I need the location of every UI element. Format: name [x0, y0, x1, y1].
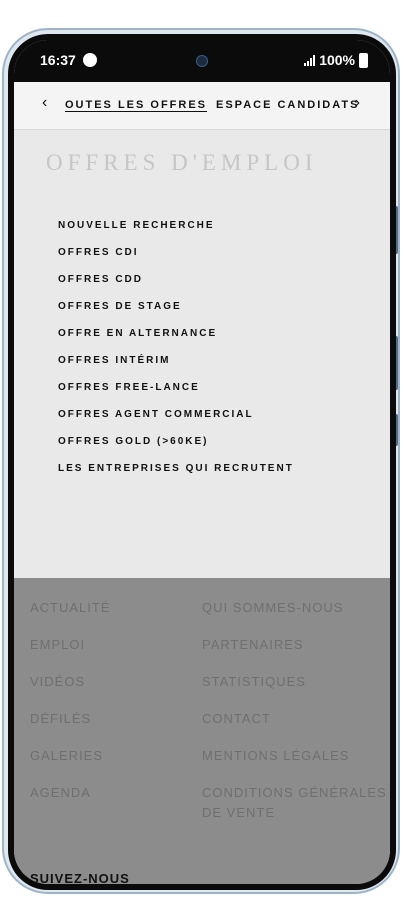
footer-link-videos[interactable]: VIDÉOS	[30, 672, 111, 709]
footer-link-qui-sommes-nous[interactable]: QUI SOMMES-NOUS	[202, 598, 390, 635]
menu-item-offres-cdd[interactable]: OFFRES CDD	[58, 266, 294, 293]
screen: 16:37 100% ‹ OUTES LES OFFRES ESPACE CAN…	[14, 40, 390, 884]
footer-link-agenda[interactable]: AGENDA	[30, 783, 111, 820]
menu-item-offres-gold[interactable]: OFFRES GOLD (>60KE)	[58, 428, 294, 455]
tab-espace-candidats[interactable]: ESPACE CANDIDATS	[216, 99, 359, 111]
site-footer: ACTUALITÉ EMPLOI VIDÉOS DÉFILÉS GALERIES…	[14, 578, 390, 884]
chevron-right-icon[interactable]: ›	[355, 94, 360, 112]
signal-bars-icon	[304, 54, 316, 66]
menu-item-entreprises-qui-recrutent[interactable]: LES ENTREPRISES QUI RECRUTENT	[58, 455, 294, 482]
spotify-icon	[83, 53, 97, 67]
menu-item-nouvelle-recherche[interactable]: NOUVELLE RECHERCHE	[58, 212, 294, 239]
footer-link-defiles[interactable]: DÉFILÉS	[30, 709, 111, 746]
menu-item-offre-alternance[interactable]: OFFRE EN ALTERNANCE	[58, 320, 294, 347]
footer-link-partenaires[interactable]: PARTENAIRES	[202, 635, 390, 672]
page-title: OFFRES D'EMPLOI	[46, 150, 318, 175]
footer-link-actualite[interactable]: ACTUALITÉ	[30, 598, 111, 635]
footer-link-contact[interactable]: CONTACT	[202, 709, 390, 746]
status-time: 16:37	[40, 52, 76, 68]
footer-link-mentions-legales[interactable]: MENTIONS LÉGALES	[202, 746, 390, 783]
footer-links-right: QUI SOMMES-NOUS PARTENAIRES STATISTIQUES…	[202, 598, 390, 820]
footer-link-conditions-generales[interactable]: CONDITIONS GÉNÉRALES DE VENTE	[202, 783, 390, 820]
chevron-left-icon[interactable]: ‹	[42, 94, 47, 112]
status-bar: 16:37 100%	[14, 40, 390, 82]
battery-icon	[359, 52, 368, 68]
follow-us-heading: SUIVEZ-NOUS	[30, 871, 130, 884]
job-offers-menu: NOUVELLE RECHERCHE OFFRES CDI OFFRES CDD…	[58, 212, 294, 482]
menu-item-offres-cdi[interactable]: OFFRES CDI	[58, 239, 294, 266]
footer-link-statistiques[interactable]: STATISTIQUES	[202, 672, 390, 709]
menu-item-offres-stage[interactable]: OFFRES DE STAGE	[58, 293, 294, 320]
footer-link-emploi[interactable]: EMPLOI	[30, 635, 111, 672]
menu-item-offres-interim[interactable]: OFFRES INTÉRIM	[58, 347, 294, 374]
phone-body: 16:37 100% ‹ OUTES LES OFFRES ESPACE CAN…	[8, 34, 396, 890]
footer-link-galeries[interactable]: GALERIES	[30, 746, 111, 783]
menu-item-offres-agent-commercial[interactable]: OFFRES AGENT COMMERCIAL	[58, 401, 294, 428]
battery-percent: 100%	[319, 52, 355, 68]
job-offers-section: OFFRES D'EMPLOI NOUVELLE RECHERCHE OFFRE…	[14, 130, 390, 578]
top-navigation: ‹ OUTES LES OFFRES ESPACE CANDIDATS ›	[14, 82, 390, 130]
status-indicators: 100%	[304, 52, 368, 68]
footer-links-left: ACTUALITÉ EMPLOI VIDÉOS DÉFILÉS GALERIES…	[30, 598, 111, 820]
tab-toutes-les-offres[interactable]: OUTES LES OFFRES	[65, 99, 207, 111]
camera-icon	[196, 55, 208, 67]
menu-item-offres-free-lance[interactable]: OFFRES FREE-LANCE	[58, 374, 294, 401]
